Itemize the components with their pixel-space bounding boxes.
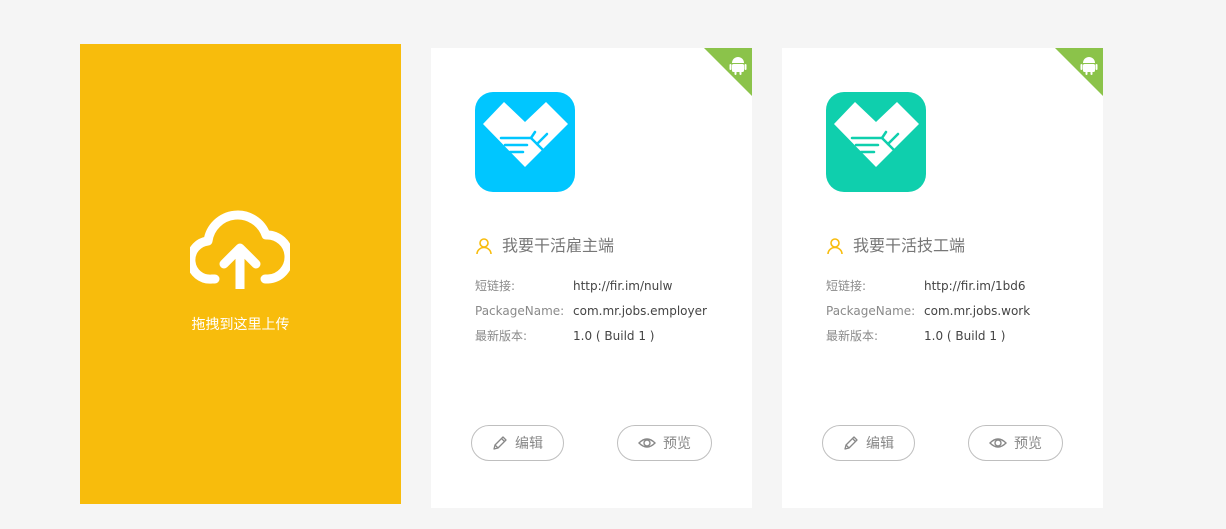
package-name-value: com.mr.jobs.employer (573, 304, 707, 318)
handshake-heart-icon (475, 92, 575, 192)
app-card[interactable]: 我要干活雇主端 短链接: http://fir.im/nulw PackageN… (431, 48, 752, 508)
android-platform-badge (1055, 48, 1103, 96)
app-icon[interactable] (475, 92, 575, 192)
package-name-label: PackageName: (475, 304, 565, 318)
upload-label: 拖拽到这里上传 (191, 317, 290, 333)
preview-button-label: 预览 (1014, 436, 1042, 452)
version-label: 最新版本: (826, 329, 879, 343)
pencil-icon (844, 436, 858, 450)
package-name-label: PackageName: (826, 304, 916, 318)
short-link-value[interactable]: http://fir.im/nulw (573, 277, 672, 295)
app-card[interactable]: 我要干活技工端 短链接: http://fir.im/1bd6 PackageN… (782, 48, 1103, 508)
android-platform-badge (704, 48, 752, 96)
handshake-heart-icon (826, 92, 926, 192)
edit-button[interactable]: 编辑 (822, 425, 915, 461)
user-icon (827, 238, 843, 255)
short-link-value[interactable]: http://fir.im/1bd6 (924, 277, 1026, 295)
pencil-icon (493, 436, 507, 450)
app-name: 我要干活雇主端 (502, 236, 615, 255)
version-value: 1.0 ( Build 1 ) (573, 329, 655, 343)
app-list-page: 拖拽到这里上传 我要干活雇主端 短链接: http://fir.im/nulw … (0, 0, 1226, 529)
eye-icon (638, 438, 656, 448)
package-name-value: com.mr.jobs.work (924, 304, 1031, 318)
preview-button[interactable]: 预览 (968, 425, 1063, 461)
preview-button-label: 预览 (663, 436, 691, 452)
app-title-row: 我要干活雇主端 (475, 234, 614, 258)
upload-dropzone[interactable]: 拖拽到这里上传 (80, 44, 401, 504)
eye-icon (989, 438, 1007, 448)
app-title-row: 我要干活技工端 (826, 234, 965, 258)
edit-button-label: 编辑 (515, 436, 543, 452)
version-label: 最新版本: (475, 329, 528, 343)
preview-button[interactable]: 预览 (617, 425, 712, 461)
short-link-label: 短链接: (475, 279, 516, 293)
app-icon[interactable] (826, 92, 926, 192)
cloud-upload-icon (190, 210, 290, 289)
edit-button[interactable]: 编辑 (471, 425, 564, 461)
user-icon (476, 238, 492, 255)
app-name: 我要干活技工端 (853, 236, 966, 255)
version-value: 1.0 ( Build 1 ) (924, 329, 1006, 343)
short-link-label: 短链接: (826, 279, 867, 293)
edit-button-label: 编辑 (866, 436, 894, 452)
